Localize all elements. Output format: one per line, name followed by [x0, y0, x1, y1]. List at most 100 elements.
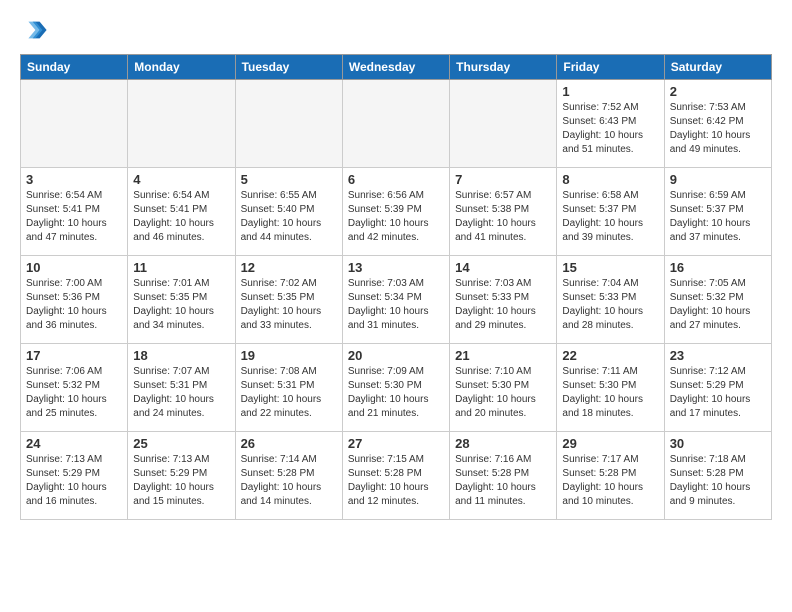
day-number: 13 — [348, 260, 444, 275]
day-number: 25 — [133, 436, 229, 451]
day-info: Sunrise: 6:59 AM Sunset: 5:37 PM Dayligh… — [670, 189, 766, 245]
weekday-header-row: SundayMondayTuesdayWednesdayThursdayFrid… — [21, 55, 772, 80]
day-info: Sunrise: 7:17 AM Sunset: 5:28 PM Dayligh… — [562, 453, 658, 509]
calendar-cell: 24Sunrise: 7:13 AM Sunset: 5:29 PM Dayli… — [21, 432, 128, 520]
calendar-cell: 12 Sunrise: 7:02 AM Sunset: 5:35 PM Dayli… — [235, 256, 342, 344]
week-row-2: 3 Sunrise: 6:54 AM Sunset: 5:41 PM Daylig… — [21, 168, 772, 256]
day-number: 10 — [26, 260, 122, 275]
week-row-1: 1 Sunrise: 7:52 AM Sunset: 6:43 PM Daylig… — [21, 80, 772, 168]
day-number: 23 — [670, 348, 766, 363]
calendar-cell: 11 Sunrise: 7:01 AM Sunset: 5:35 PM Dayli… — [128, 256, 235, 344]
day-number: 26 — [241, 436, 337, 451]
day-info: Sunrise: 7:06 AM Sunset: 5:32 PM Dayligh… — [26, 365, 122, 421]
day-info: Sunrise: 6:57 AM Sunset: 5:38 PM Dayligh… — [455, 189, 551, 245]
calendar-cell: 5Sunrise: 6:55 AM Sunset: 5:40 PM Daylig… — [235, 168, 342, 256]
day-number: 11 — [133, 260, 229, 275]
day-info: Sunrise: 7:08 AM Sunset: 5:31 PM Dayligh… — [241, 365, 337, 421]
day-number: 22 — [562, 348, 658, 363]
day-number: 21 — [455, 348, 551, 363]
day-number: 20 — [348, 348, 444, 363]
day-number: 5 — [241, 172, 337, 187]
weekday-header-sunday: Sunday — [21, 55, 128, 80]
day-info: Sunrise: 6:54 AM Sunset: 5:41 PM Dayligh… — [133, 189, 229, 245]
day-number: 19 — [241, 348, 337, 363]
calendar-cell: 30 Sunrise: 7:18 AM Sunset: 5:28 PM Dayli… — [664, 432, 771, 520]
day-number: 30 — [670, 436, 766, 451]
day-number: 27 — [348, 436, 444, 451]
calendar-cell: 29Sunrise: 7:17 AM Sunset: 5:28 PM Dayli… — [557, 432, 664, 520]
day-number: 14 — [455, 260, 551, 275]
day-info: Sunrise: 7:03 AM Sunset: 5:33 PM Dayligh… — [455, 277, 551, 333]
day-number: 2 — [670, 84, 766, 99]
calendar-cell: 25 Sunrise: 7:13 AM Sunset: 5:29 PM Dayli… — [128, 432, 235, 520]
calendar-cell: 1 Sunrise: 7:52 AM Sunset: 6:43 PM Daylig… — [557, 80, 664, 168]
calendar-cell — [235, 80, 342, 168]
calendar-cell: 7 Sunrise: 6:57 AM Sunset: 5:38 PM Daylig… — [450, 168, 557, 256]
calendar-cell — [450, 80, 557, 168]
day-info: Sunrise: 7:12 AM Sunset: 5:29 PM Dayligh… — [670, 365, 766, 421]
week-row-4: 17 Sunrise: 7:06 AM Sunset: 5:32 PM Dayli… — [21, 344, 772, 432]
day-info: Sunrise: 7:16 AM Sunset: 5:28 PM Dayligh… — [455, 453, 551, 509]
calendar-cell: 10 Sunrise: 7:00 AM Sunset: 5:36 PM Dayli… — [21, 256, 128, 344]
day-info: Sunrise: 7:01 AM Sunset: 5:35 PM Dayligh… — [133, 277, 229, 333]
day-info: Sunrise: 7:04 AM Sunset: 5:33 PM Dayligh… — [562, 277, 658, 333]
calendar-cell: 14 Sunrise: 7:03 AM Sunset: 5:33 PM Dayli… — [450, 256, 557, 344]
day-number: 17 — [26, 348, 122, 363]
calendar-cell: 21Sunrise: 7:10 AM Sunset: 5:30 PM Dayli… — [450, 344, 557, 432]
day-info: Sunrise: 7:07 AM Sunset: 5:31 PM Dayligh… — [133, 365, 229, 421]
calendar-cell: 6Sunrise: 6:56 AM Sunset: 5:39 PM Daylig… — [342, 168, 449, 256]
calendar-cell: 18 Sunrise: 7:07 AM Sunset: 5:31 PM Dayli… — [128, 344, 235, 432]
page: SundayMondayTuesdayWednesdayThursdayFrid… — [0, 0, 792, 530]
calendar-cell: 27Sunrise: 7:15 AM Sunset: 5:28 PM Dayli… — [342, 432, 449, 520]
day-number: 7 — [455, 172, 551, 187]
calendar-cell: 2 Sunrise: 7:53 AM Sunset: 6:42 PM Daylig… — [664, 80, 771, 168]
calendar-cell: 13 Sunrise: 7:03 AM Sunset: 5:34 PM Dayli… — [342, 256, 449, 344]
week-row-5: 24 Sunrise: 7:13 AM Sunset: 5:29 PM Dayli… — [21, 432, 772, 520]
day-number: 15 — [562, 260, 658, 275]
logo — [20, 16, 52, 44]
calendar-cell: 4 Sunrise: 6:54 AM Sunset: 5:41 PM Daylig… — [128, 168, 235, 256]
calendar-cell: 9 Sunrise: 6:59 AM Sunset: 5:37 PM Daylig… — [664, 168, 771, 256]
calendar-cell: 28 Sunrise: 7:16 AM Sunset: 5:28 PM Dayli… — [450, 432, 557, 520]
calendar-cell — [21, 80, 128, 168]
calendar-cell: 3 Sunrise: 6:54 AM Sunset: 5:41 PM Daylig… — [21, 168, 128, 256]
day-info: Sunrise: 6:54 AM Sunset: 5:41 PM Dayligh… — [26, 189, 122, 245]
day-number: 12 — [241, 260, 337, 275]
day-info: Sunrise: 7:05 AM Sunset: 5:32 PM Dayligh… — [670, 277, 766, 333]
day-info: Sunrise: 7:13 AM Sunset: 5:29 PM Dayligh… — [133, 453, 229, 509]
day-number: 18 — [133, 348, 229, 363]
weekday-header-friday: Friday — [557, 55, 664, 80]
weekday-header-thursday: Thursday — [450, 55, 557, 80]
calendar-cell: 23 Sunrise: 7:12 AM Sunset: 5:29 PM Dayli… — [664, 344, 771, 432]
day-info: Sunrise: 7:52 AM Sunset: 6:43 PM Dayligh… — [562, 101, 658, 157]
calendar-cell: 26 Sunrise: 7:14 AM Sunset: 5:28 PM Dayli… — [235, 432, 342, 520]
day-number: 24 — [26, 436, 122, 451]
weekday-header-monday: Monday — [128, 55, 235, 80]
day-info: Sunrise: 7:09 AM Sunset: 5:30 PM Dayligh… — [348, 365, 444, 421]
day-number: 1 — [562, 84, 658, 99]
day-number: 28 — [455, 436, 551, 451]
calendar-cell: 17 Sunrise: 7:06 AM Sunset: 5:32 PM Dayli… — [21, 344, 128, 432]
calendar-cell: 22 Sunrise: 7:11 AM Sunset: 5:30 PM Dayli… — [557, 344, 664, 432]
day-info: Sunrise: 7:02 AM Sunset: 5:35 PM Dayligh… — [241, 277, 337, 333]
day-number: 8 — [562, 172, 658, 187]
weekday-header-tuesday: Tuesday — [235, 55, 342, 80]
day-info: Sunrise: 7:11 AM Sunset: 5:30 PM Dayligh… — [562, 365, 658, 421]
logo-icon — [20, 16, 48, 44]
day-info: Sunrise: 7:03 AM Sunset: 5:34 PM Dayligh… — [348, 277, 444, 333]
calendar-cell: 19 Sunrise: 7:08 AM Sunset: 5:31 PM Dayli… — [235, 344, 342, 432]
day-number: 3 — [26, 172, 122, 187]
weekday-header-wednesday: Wednesday — [342, 55, 449, 80]
calendar-cell — [342, 80, 449, 168]
calendar-cell: 20 Sunrise: 7:09 AM Sunset: 5:30 PM Dayli… — [342, 344, 449, 432]
weekday-header-saturday: Saturday — [664, 55, 771, 80]
week-row-3: 10 Sunrise: 7:00 AM Sunset: 5:36 PM Dayli… — [21, 256, 772, 344]
day-info: Sunrise: 7:18 AM Sunset: 5:28 PM Dayligh… — [670, 453, 766, 509]
day-info: Sunrise: 7:00 AM Sunset: 5:36 PM Dayligh… — [26, 277, 122, 333]
day-number: 4 — [133, 172, 229, 187]
day-info: Sunrise: 7:53 AM Sunset: 6:42 PM Dayligh… — [670, 101, 766, 157]
day-number: 9 — [670, 172, 766, 187]
calendar-cell: 16Sunrise: 7:05 AM Sunset: 5:32 PM Dayli… — [664, 256, 771, 344]
day-info: Sunrise: 7:14 AM Sunset: 5:28 PM Dayligh… — [241, 453, 337, 509]
day-number: 6 — [348, 172, 444, 187]
